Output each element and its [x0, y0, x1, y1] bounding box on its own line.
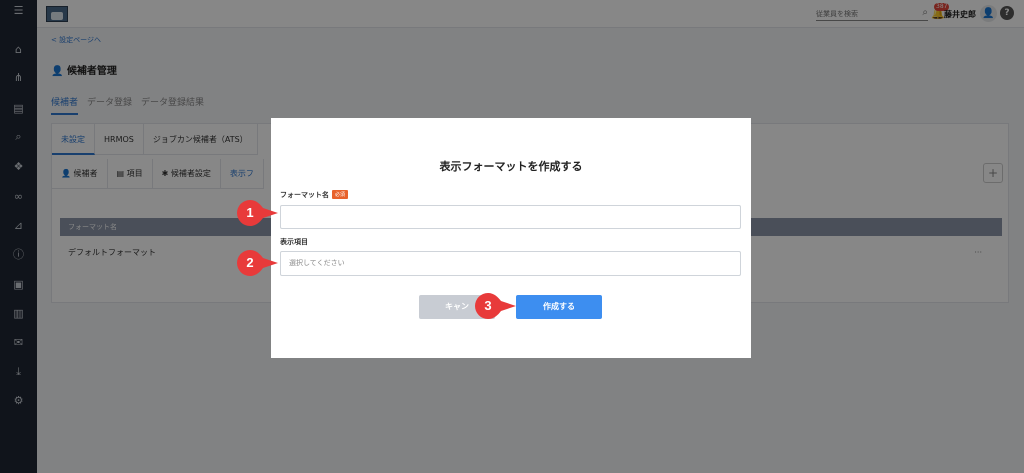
annotation-marker-1: 1	[236, 199, 278, 227]
required-badge: 必須	[332, 190, 349, 199]
create-button[interactable]: 作成する	[516, 295, 602, 319]
marker-number: 1	[246, 205, 254, 220]
modal-title: 表示フォーマットを作成する	[439, 160, 583, 173]
format-name-label: フォーマット名	[280, 191, 329, 199]
create-format-modal: 表示フォーマットを作成する フォーマット名 必須 表示項目 選択してください キ…	[271, 118, 751, 358]
annotation-marker-2: 2	[236, 249, 278, 277]
marker-number: 2	[246, 255, 254, 270]
format-name-input[interactable]	[280, 205, 741, 229]
display-items-label: 表示項目	[280, 238, 308, 246]
display-items-select[interactable]: 選択してください	[280, 251, 741, 276]
marker-number: 3	[484, 298, 492, 313]
annotation-marker-3: 3	[474, 292, 516, 320]
